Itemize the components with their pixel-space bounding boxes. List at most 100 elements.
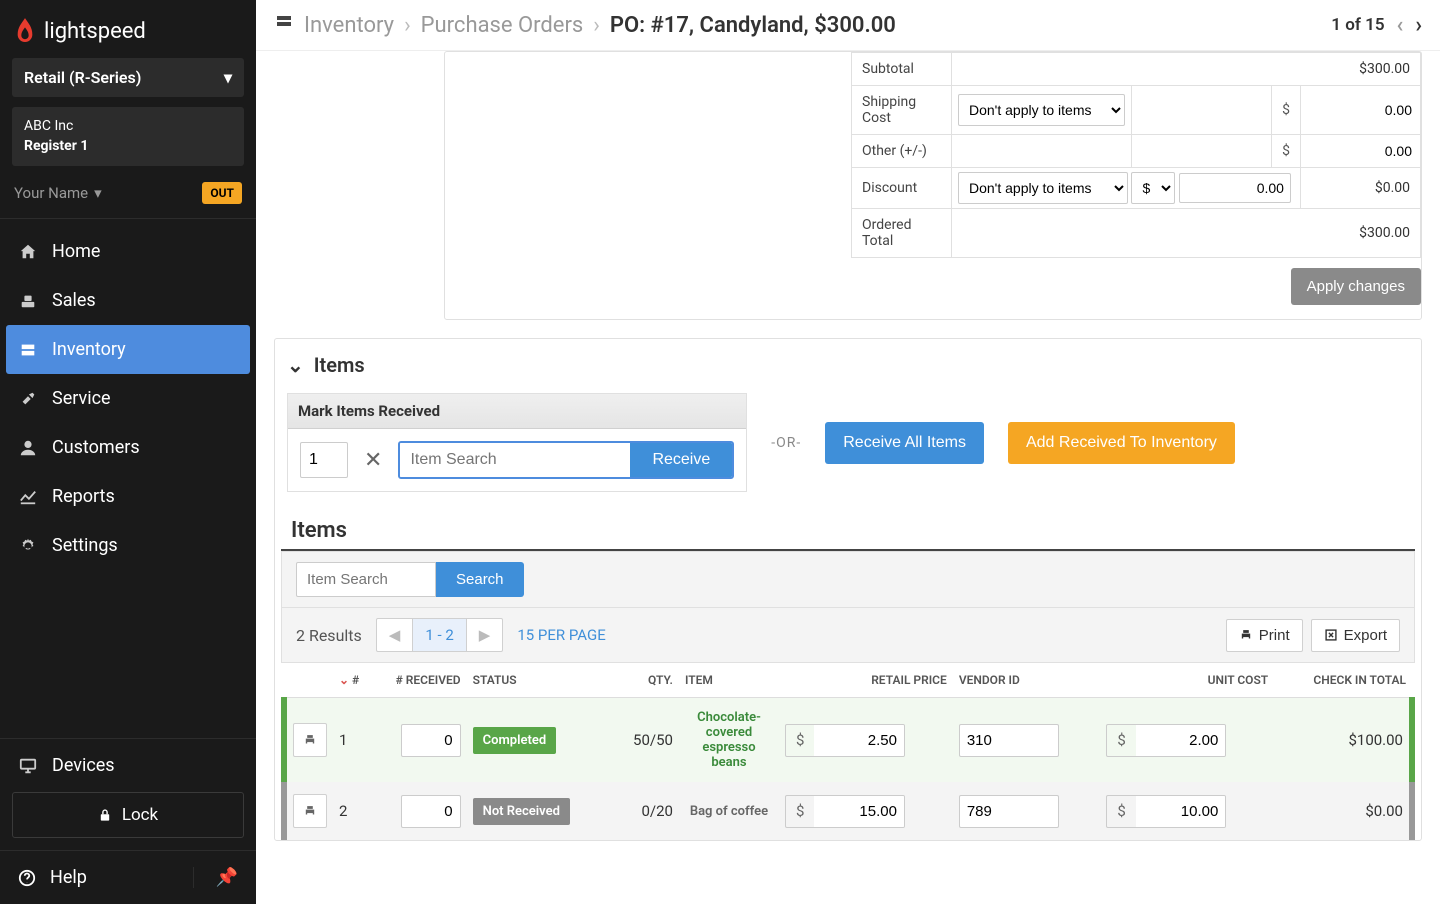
other-label: Other (+/-) [852, 135, 952, 168]
register-icon [18, 291, 38, 311]
items-collapse-toggle[interactable]: ⌄ Items [275, 339, 1421, 391]
results-prev[interactable]: ◀ [377, 619, 414, 651]
export-button[interactable]: Export [1311, 619, 1400, 652]
nav-inventory[interactable]: Inventory [6, 325, 250, 374]
item-name-link[interactable]: Chocolate-covered espresso beans [685, 710, 773, 770]
crumb-inventory[interactable]: Inventory [304, 13, 394, 38]
nav: Home Sales Inventory Service Customers R… [0, 219, 256, 738]
nav-settings[interactable]: Settings [0, 521, 256, 570]
brand: lightspeed [0, 0, 256, 58]
results-range[interactable]: 1 - 2 [413, 619, 466, 651]
items-panel: ⌄ Items Mark Items Received ✕ Receive [274, 338, 1422, 841]
results-pager: ◀ 1 - 2 ▶ [376, 618, 504, 652]
breadcrumb-icon [274, 12, 294, 38]
pager-next[interactable]: › [1415, 13, 1422, 38]
help-row[interactable]: Help 📌 [0, 850, 256, 904]
received-qty-input[interactable] [401, 724, 461, 757]
unit-cost-input[interactable]: $ [1106, 724, 1226, 757]
discount-type-select[interactable]: $ [1131, 172, 1175, 204]
lock-icon [98, 808, 112, 822]
gear-icon [18, 536, 38, 556]
receive-qty-input[interactable] [300, 442, 348, 478]
sort-indicator-icon[interactable]: ⌄ [339, 673, 349, 687]
retail-price-input[interactable]: $ [785, 795, 905, 828]
row-print-button[interactable] [293, 794, 327, 828]
row-print-button[interactable] [293, 723, 327, 757]
discount-amount-input[interactable] [1179, 173, 1291, 203]
shipping-apply-select[interactable]: Don't apply to items [958, 94, 1125, 126]
out-button[interactable]: OUT [202, 182, 242, 204]
receive-button[interactable]: Receive [630, 443, 732, 477]
chevron-down-icon: ▾ [224, 68, 232, 87]
sidebar-bottom: Devices Lock Help 📌 [0, 738, 256, 904]
pager-count: 1 of 15 [1331, 15, 1384, 35]
nav-service[interactable]: Service [0, 374, 256, 423]
hammer-icon [18, 389, 38, 409]
subtotal-value: $300.00 [952, 53, 1421, 86]
received-qty-input[interactable] [401, 795, 461, 828]
items-search-button[interactable]: Search [436, 562, 524, 597]
per-page-select[interactable]: 15 PER PAGE [517, 626, 605, 644]
vendor-id-input[interactable] [959, 724, 1059, 757]
results-count: 2 Results [296, 626, 362, 645]
item-name-link[interactable]: Bag of coffee [685, 804, 773, 819]
print-icon [303, 804, 317, 818]
row-number: 2 [333, 782, 365, 840]
chevron-down-icon: ▾ [94, 184, 102, 202]
shipping-cost-input[interactable] [1301, 94, 1420, 126]
qty-cell: 50/50 [611, 698, 679, 783]
add-received-to-inventory-button[interactable]: Add Received To Inventory [1008, 422, 1235, 464]
home-icon [18, 242, 38, 262]
crumb-current: PO: #17, Candyland, $300.00 [610, 13, 896, 38]
totals-panel: Subtotal $300.00 Shipping Cost Don't app… [444, 51, 1422, 320]
nav-reports[interactable]: Reports [0, 472, 256, 521]
vendor-id-input[interactable] [959, 795, 1059, 828]
unit-cost-input[interactable]: $ [1106, 795, 1226, 828]
nav-customers[interactable]: Customers [0, 423, 256, 472]
qty-cell: 0/20 [611, 782, 679, 840]
pin-icon[interactable]: 📌 [193, 867, 238, 888]
other-cost-input[interactable] [1301, 135, 1420, 167]
items-search-input[interactable] [296, 562, 436, 597]
pager-prev[interactable]: ‹ [1397, 13, 1404, 38]
chevron-down-icon: ⌄ [287, 353, 304, 377]
chart-icon [18, 487, 38, 507]
discount-label: Discount [852, 168, 952, 209]
or-divider: -OR- [771, 435, 801, 451]
company-name: ABC Inc [24, 117, 232, 137]
lock-button[interactable]: Lock [12, 792, 244, 838]
sidebar: lightspeed Retail (R-Series) ▾ ABC Inc R… [0, 0, 256, 904]
clear-icon[interactable]: ✕ [360, 448, 386, 473]
status-badge: Completed [473, 727, 557, 754]
chevron-right-icon: › [404, 13, 411, 38]
print-icon [1239, 628, 1253, 642]
discount-total: $0.00 [1301, 168, 1421, 209]
discount-apply-select[interactable]: Don't apply to items [958, 172, 1128, 204]
company-box[interactable]: ABC Inc Register 1 [12, 107, 244, 166]
table-row: 1 Completed 50/50 Chocolate-covered espr… [284, 698, 1412, 783]
crumb-purchase-orders[interactable]: Purchase Orders [421, 13, 584, 38]
retail-price-input[interactable]: $ [785, 724, 905, 757]
nav-devices[interactable]: Devices [0, 739, 256, 792]
items-table: ⌄ # # RECEIVED STATUS QTY. ITEM RETAIL P… [281, 663, 1415, 840]
receive-all-button[interactable]: Receive All Items [825, 422, 984, 464]
print-button[interactable]: Print [1226, 619, 1303, 652]
row-number: 1 [333, 698, 365, 783]
items-header-label: Items [314, 353, 365, 377]
receive-item-search-input[interactable] [400, 443, 630, 477]
apply-changes-button[interactable]: Apply changes [1291, 268, 1421, 305]
items-search-bar: Search [281, 551, 1415, 608]
print-icon [303, 733, 317, 747]
nav-home[interactable]: Home [0, 227, 256, 276]
series-select[interactable]: Retail (R-Series) ▾ [12, 58, 244, 97]
results-next[interactable]: ▶ [467, 619, 503, 651]
help-icon [18, 869, 36, 887]
monitor-icon [18, 756, 38, 776]
register-name: Register 1 [24, 137, 232, 157]
user-menu[interactable]: Your Name ▾ [14, 184, 102, 202]
shipping-label: Shipping Cost [852, 86, 952, 135]
nav-sales[interactable]: Sales [0, 276, 256, 325]
checkin-total: $100.00 [1274, 698, 1412, 783]
topbar: Inventory › Purchase Orders › PO: #17, C… [256, 0, 1440, 51]
ordered-total-label: Ordered Total [852, 209, 952, 258]
